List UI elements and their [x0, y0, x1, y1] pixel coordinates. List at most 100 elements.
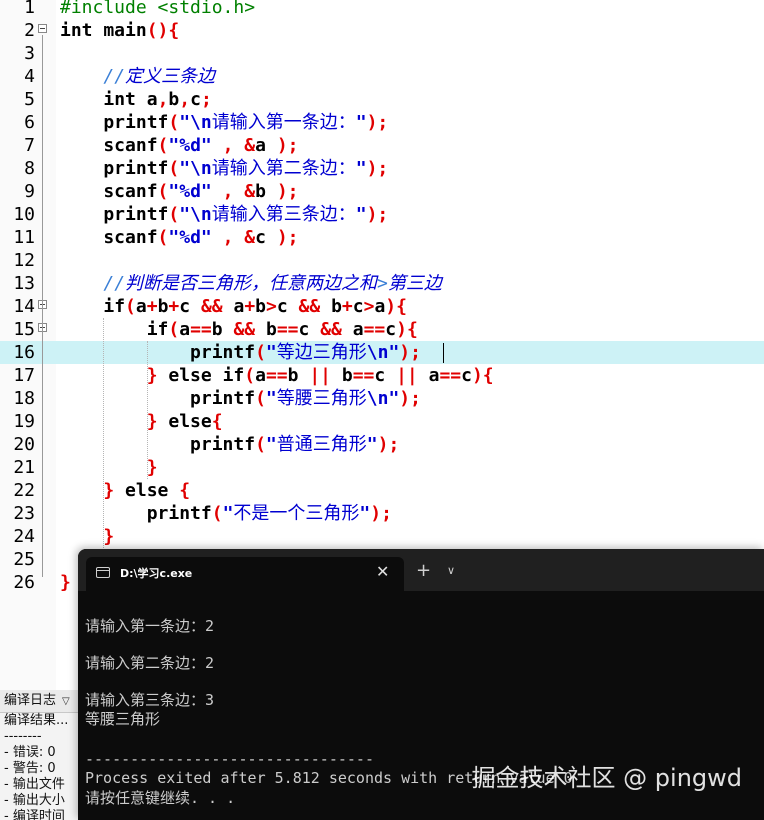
code-line[interactable]: 20 printf("普通三角形");	[0, 433, 764, 456]
compile-log-tab[interactable]: 编译日志 ▽	[0, 690, 90, 713]
code-line[interactable]: 19 } else{	[0, 410, 764, 433]
terminal-output-line: --------------------------------	[85, 750, 374, 768]
code-line[interactable]: 18 printf("等腰三角形\n");	[0, 387, 764, 410]
code-line[interactable]: 3	[0, 42, 764, 65]
code-line[interactable]: 12	[0, 249, 764, 272]
code-token: );	[366, 112, 389, 133]
line-number: 23	[13, 503, 35, 524]
line-number: 20	[13, 434, 35, 455]
code-token: (){	[146, 20, 180, 41]
code-text: }	[60, 456, 158, 479]
code-token: (	[157, 135, 169, 156]
line-number: 26	[13, 572, 35, 593]
code-token: );	[399, 342, 421, 363]
code-token: );	[276, 135, 299, 156]
code-text: printf("等腰三角形\n");	[60, 387, 421, 410]
code-line[interactable]: 15 if(a==b && b==c && a==c){	[0, 318, 764, 341]
code-token: printf	[60, 158, 169, 179]
code-token: (	[211, 503, 223, 524]
terminal-output-line: 请按任意键继续. . .	[85, 789, 236, 807]
line-number: 7	[24, 135, 35, 156]
line-number: 9	[24, 181, 35, 202]
code-token: scanf	[60, 135, 158, 156]
code-token: 请输入第一条边：	[211, 112, 356, 133]
code-token: (	[168, 112, 180, 133]
code-token: printf	[60, 112, 169, 133]
code-token: b	[287, 365, 310, 386]
code-token: ,	[157, 89, 169, 110]
code-token: "\n	[179, 158, 212, 179]
new-tab-button[interactable]: +	[416, 561, 431, 581]
code-token: a	[255, 135, 277, 156]
chevron-down-icon[interactable]: ▽	[62, 696, 70, 707]
code-line[interactable]: 13 //判断是否三角形，任意两边之和>第三边	[0, 272, 764, 295]
code-text: scanf("%d" , &b );	[60, 180, 298, 203]
terminal-tab[interactable]: D:\学习c.exe ✕	[86, 557, 404, 591]
code-token: "	[265, 342, 277, 363]
code-token: a	[179, 319, 191, 340]
code-text: if(a+b+c && a+b>c && b+c>a){	[60, 295, 407, 318]
code-token: 判断是否三角形，任意两边之和	[125, 273, 378, 294]
code-line[interactable]: 2 int main(){	[0, 19, 764, 42]
code-token: );	[276, 227, 299, 248]
line-number: 15	[13, 319, 35, 340]
code-text: int a,b,c;	[60, 88, 211, 111]
code-token: (	[168, 158, 180, 179]
code-token: c	[461, 365, 472, 386]
code-line[interactable]: 9 scanf("%d" , &b );	[0, 180, 764, 203]
code-line[interactable]: 7 scanf("%d" , &a );	[0, 134, 764, 157]
code-token: \n"	[366, 342, 400, 363]
close-icon[interactable]: ✕	[376, 562, 389, 582]
code-line[interactable]: 23 printf("不是一个三角形");	[0, 502, 764, 525]
code-line[interactable]: 22 } else {	[0, 479, 764, 502]
code-token: "	[366, 434, 378, 455]
code-line[interactable]: 6 printf("\n请输入第一条边：");	[0, 111, 764, 134]
code-token: ==	[439, 365, 462, 386]
code-token: "	[355, 112, 367, 133]
code-token: );	[370, 503, 392, 524]
code-token: ||	[309, 365, 331, 386]
code-line[interactable]: 24 }	[0, 525, 764, 548]
code-token: ==	[265, 365, 288, 386]
code-line[interactable]: 1 #include <stdio.h>	[0, 0, 764, 19]
code-token: }	[103, 526, 115, 547]
chevron-down-icon[interactable]: ∨	[447, 563, 455, 579]
code-token: ==	[190, 319, 212, 340]
code-token: 等边三角形	[276, 342, 367, 363]
line-number: 3	[24, 43, 35, 64]
code-token: else	[157, 411, 212, 432]
code-token: +	[341, 296, 353, 317]
code-token: ){	[471, 365, 494, 386]
log-row: - 警告: 0	[4, 761, 56, 776]
code-token: "	[222, 503, 234, 524]
code-token: &&	[298, 296, 321, 317]
code-token: (	[125, 296, 136, 317]
code-line[interactable]: 11 scanf("%d" , &c );	[0, 226, 764, 249]
code-token: ,	[222, 181, 234, 202]
code-token: a	[374, 296, 386, 317]
code-line[interactable]: 4 //定义三条边	[0, 65, 764, 88]
code-token: &	[244, 227, 256, 248]
code-line[interactable]: 8 printf("\n请输入第二条边：");	[0, 157, 764, 180]
code-line[interactable]: 16 printf("等边三角形\n");	[0, 341, 764, 364]
line-number: 1	[24, 0, 35, 18]
code-text: printf("\n请输入第二条边：");	[60, 157, 388, 180]
code-token: else if	[157, 365, 245, 386]
code-line[interactable]: 5 int a,b,c;	[0, 88, 764, 111]
code-line[interactable]: 17 } else if(a==b || b==c || a==c){	[0, 364, 764, 387]
code-token: c	[179, 296, 201, 317]
code-line[interactable]: 14 if(a+b+c && a+b>c && b+c>a){	[0, 295, 764, 318]
code-token: 第三边	[387, 273, 442, 294]
code-text: #include <stdio.h>	[60, 0, 255, 19]
code-line[interactable]: 10 printf("\n请输入第三条边：");	[0, 203, 764, 226]
fold-toggle-icon[interactable]	[38, 24, 47, 33]
line-number: 2	[24, 20, 35, 41]
code-token: &&	[200, 296, 223, 317]
code-token: }	[146, 411, 158, 432]
code-token: c	[255, 227, 277, 248]
code-line[interactable]: 21 }	[0, 456, 764, 479]
